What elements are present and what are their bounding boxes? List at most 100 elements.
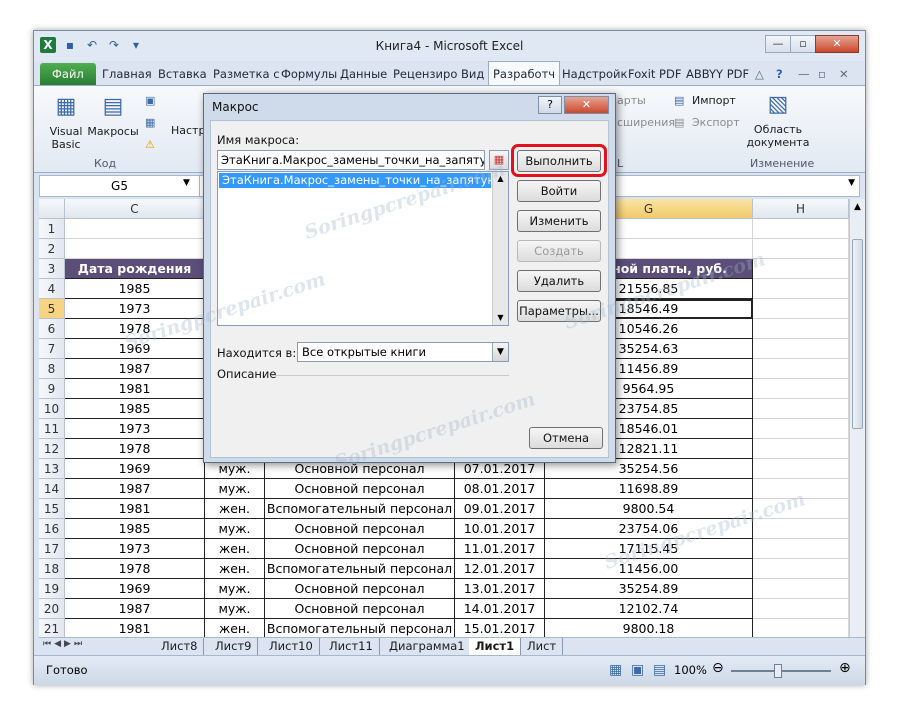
- row-header[interactable]: 8: [39, 359, 65, 379]
- restore-button[interactable]: ▫: [790, 35, 816, 53]
- cell-d[interactable]: жен.: [205, 539, 265, 559]
- tab-foxit-pdf[interactable]: Foxit PDF: [624, 63, 685, 85]
- sheet-tab[interactable]: Лист11: [323, 638, 380, 655]
- cell-h[interactable]: [753, 519, 849, 539]
- cell-e[interactable]: Основной персонал: [265, 599, 455, 619]
- name-box-dropdown-icon[interactable]: ▼: [183, 178, 190, 188]
- tab-developer[interactable]: Разработч: [488, 61, 561, 85]
- cell-g[interactable]: 11698.89: [545, 479, 753, 499]
- cell-e[interactable]: Вспомогательный персонал: [265, 559, 455, 579]
- cell-f[interactable]: 13.01.2017: [455, 579, 545, 599]
- zoom-level[interactable]: 100%: [674, 663, 707, 677]
- cell-c[interactable]: 1987: [65, 359, 205, 379]
- cell-e[interactable]: Вспомогательный персонал: [265, 619, 455, 637]
- row-header[interactable]: 2: [39, 239, 65, 259]
- cell-c[interactable]: 1973: [65, 419, 205, 439]
- select-all-corner[interactable]: [39, 199, 65, 219]
- collapse-dialog-icon[interactable]: ▦: [489, 150, 509, 170]
- zoom-slider-handle[interactable]: [774, 664, 782, 678]
- cell-d[interactable]: муж.: [205, 519, 265, 539]
- tab-view[interactable]: Вид: [457, 63, 488, 85]
- sheet-tab[interactable]: Лист1: [469, 638, 522, 655]
- row-header[interactable]: 7: [39, 339, 65, 359]
- cell-f[interactable]: 10.01.2017: [455, 519, 545, 539]
- cell-h[interactable]: [753, 439, 849, 459]
- row-header[interactable]: 3: [39, 259, 65, 279]
- tab-insert[interactable]: Вставка: [154, 63, 211, 85]
- cell-d[interactable]: муж.: [205, 479, 265, 499]
- cell-h[interactable]: [753, 239, 849, 259]
- cell-c[interactable]: 1981: [65, 379, 205, 399]
- cell-c[interactable]: 1969: [65, 579, 205, 599]
- zoom-in-icon[interactable]: ⊕: [839, 660, 851, 676]
- tab-abbyy-pdf[interactable]: ABBYY PDF: [682, 63, 753, 85]
- cell-h[interactable]: [753, 619, 849, 637]
- delete-button[interactable]: Удалить: [517, 270, 601, 292]
- cell-f[interactable]: 12.01.2017: [455, 559, 545, 579]
- tab-review[interactable]: Рецензиро: [389, 63, 461, 85]
- scroll-thumb[interactable]: [852, 239, 863, 429]
- cell-h[interactable]: [753, 459, 849, 479]
- cell-g[interactable]: 17115.45: [545, 539, 753, 559]
- cell-d[interactable]: муж.: [205, 579, 265, 599]
- cell-d[interactable]: муж.: [205, 599, 265, 619]
- row-header[interactable]: 20: [39, 599, 65, 619]
- macro-list[interactable]: ЭтаКнига.Макрос_замены_точки_на_запятую …: [217, 171, 509, 326]
- cell-g[interactable]: 9800.54: [545, 499, 753, 519]
- cell-h[interactable]: [753, 279, 849, 299]
- cell-h[interactable]: [753, 319, 849, 339]
- dialog-help-button[interactable]: ?: [538, 96, 562, 114]
- close-window-button[interactable]: ✕: [815, 35, 859, 53]
- cell-c[interactable]: 1978: [65, 319, 205, 339]
- name-box[interactable]: G5: [40, 176, 200, 196]
- cell-f[interactable]: 11.01.2017: [455, 539, 545, 559]
- cell-c[interactable]: 1978: [65, 559, 205, 579]
- tab-formulas[interactable]: Формулы: [277, 63, 341, 85]
- vertical-scrollbar[interactable]: ▲: [849, 199, 865, 637]
- zoom-out-icon[interactable]: ⊖: [712, 660, 724, 676]
- row-header[interactable]: 1: [39, 219, 65, 239]
- macros-button[interactable]: ▤ Макросы: [86, 92, 140, 138]
- cell-d[interactable]: жен.: [205, 619, 265, 637]
- row-header[interactable]: 18: [39, 559, 65, 579]
- row-header[interactable]: 19: [39, 579, 65, 599]
- cell-f[interactable]: 09.01.2017: [455, 499, 545, 519]
- help-icon[interactable]: ?: [772, 63, 787, 85]
- cell-e[interactable]: Основной персонал: [265, 519, 455, 539]
- cell-c[interactable]: [65, 219, 205, 239]
- tab-file[interactable]: Файл: [40, 63, 96, 85]
- cell-h[interactable]: [753, 559, 849, 579]
- tab-home[interactable]: Главная: [98, 63, 156, 85]
- edit-button[interactable]: Изменить: [517, 210, 601, 232]
- sheet-nav-icon[interactable]: ⏮◀▶⏭: [43, 639, 85, 649]
- cell-c[interactable]: 1981: [65, 619, 205, 637]
- row-header[interactable]: 17: [39, 539, 65, 559]
- ribbon-restore-icon[interactable]: ▫: [814, 63, 830, 85]
- dialog-close-button[interactable]: ✕: [564, 96, 609, 114]
- row-header[interactable]: 11: [39, 419, 65, 439]
- cell-f[interactable]: 15.01.2017: [455, 619, 545, 637]
- list-item[interactable]: ЭтаКнига.Макрос_замены_точки_на_запятую: [219, 173, 497, 188]
- cell-f[interactable]: 08.01.2017: [455, 479, 545, 499]
- row-header[interactable]: 5: [39, 299, 65, 319]
- sheet-tab[interactable]: Лист8: [155, 638, 205, 655]
- cell-c[interactable]: 1985: [65, 399, 205, 419]
- sheet-tab[interactable]: Диаграмма1: [383, 638, 472, 655]
- cell-e[interactable]: Основной персонал: [265, 479, 455, 499]
- row-header[interactable]: 6: [39, 319, 65, 339]
- ribbon-minimize-icon[interactable]: —: [794, 63, 814, 85]
- cell-h[interactable]: [753, 379, 849, 399]
- normal-view-icon[interactable]: ▦: [609, 662, 622, 678]
- cell-c[interactable]: 1969: [65, 339, 205, 359]
- macro-name-input[interactable]: ЭтаКнига.Макрос_замены_точки_на_запятую: [217, 150, 485, 170]
- cell-h[interactable]: [753, 499, 849, 519]
- ribbon-close-icon[interactable]: ✕: [835, 63, 853, 85]
- cell-c[interactable]: 1969: [65, 459, 205, 479]
- cell-g[interactable]: 12102.74: [545, 599, 753, 619]
- tab-page-layout[interactable]: Разметка с: [209, 63, 284, 85]
- column-header-h[interactable]: H: [753, 199, 849, 219]
- cell-h[interactable]: [753, 479, 849, 499]
- cell-c[interactable]: 1987: [65, 479, 205, 499]
- page-layout-view-icon[interactable]: ▣: [631, 662, 644, 678]
- ribbon-collapse-icon[interactable]: △: [751, 63, 768, 85]
